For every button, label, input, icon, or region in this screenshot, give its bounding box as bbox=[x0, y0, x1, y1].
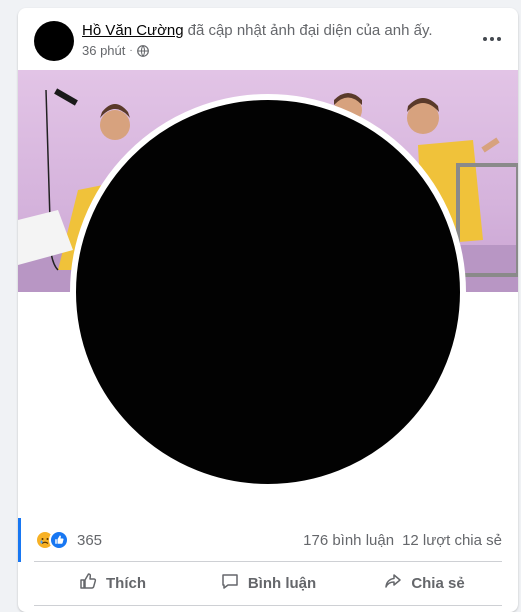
post-meta: 36 phút · bbox=[82, 43, 149, 58]
comment-label: Bình luận bbox=[247, 574, 317, 592]
comments-count-link[interactable]: 176 bình luận bbox=[303, 532, 394, 549]
post-time[interactable]: 36 phút bbox=[82, 43, 125, 58]
comment-icon bbox=[220, 571, 240, 595]
profile-picture[interactable] bbox=[70, 94, 466, 490]
like-button[interactable]: Thích bbox=[34, 563, 190, 603]
post-action-text: đã cập nhật ảnh đại diện của anh ấy. bbox=[187, 22, 433, 39]
post-headline: Hồ Văn Cường đã cập nhật ảnh đại diện của… bbox=[82, 22, 433, 39]
globe-icon[interactable] bbox=[136, 44, 149, 57]
reaction-count: 365 bbox=[77, 531, 103, 549]
comment-button[interactable]: Bình luận bbox=[190, 563, 346, 603]
post-header: Hồ Văn Cường đã cập nhật ảnh đại diện của… bbox=[18, 8, 518, 70]
post-stats: 365 176 bình luận 12 lượt chia sẻ bbox=[18, 518, 518, 562]
shares-count-link[interactable]: 12 lượt chia sẻ bbox=[402, 532, 502, 549]
engagement-counts: 176 bình luận 12 lượt chia sẻ bbox=[303, 532, 502, 549]
share-button[interactable]: Chia sẻ bbox=[346, 563, 502, 603]
thumbs-up-icon bbox=[78, 571, 98, 595]
meta-separator: · bbox=[129, 45, 133, 56]
divider bbox=[34, 605, 502, 606]
author-name-link[interactable]: Hồ Văn Cường bbox=[82, 22, 184, 39]
reactions-summary[interactable]: 365 bbox=[35, 530, 102, 550]
post-card: Hồ Văn Cường đã cập nhật ảnh đại diện của… bbox=[18, 8, 518, 612]
divider bbox=[34, 561, 502, 562]
like-reaction-icon bbox=[49, 530, 69, 550]
share-label: Chia sẻ bbox=[411, 574, 465, 592]
like-label: Thích bbox=[106, 574, 146, 592]
more-options-icon[interactable] bbox=[480, 30, 504, 48]
share-icon bbox=[383, 571, 403, 595]
post-actions: Thích Bình luận Chia sẻ bbox=[34, 563, 502, 603]
author-avatar[interactable] bbox=[34, 21, 74, 61]
